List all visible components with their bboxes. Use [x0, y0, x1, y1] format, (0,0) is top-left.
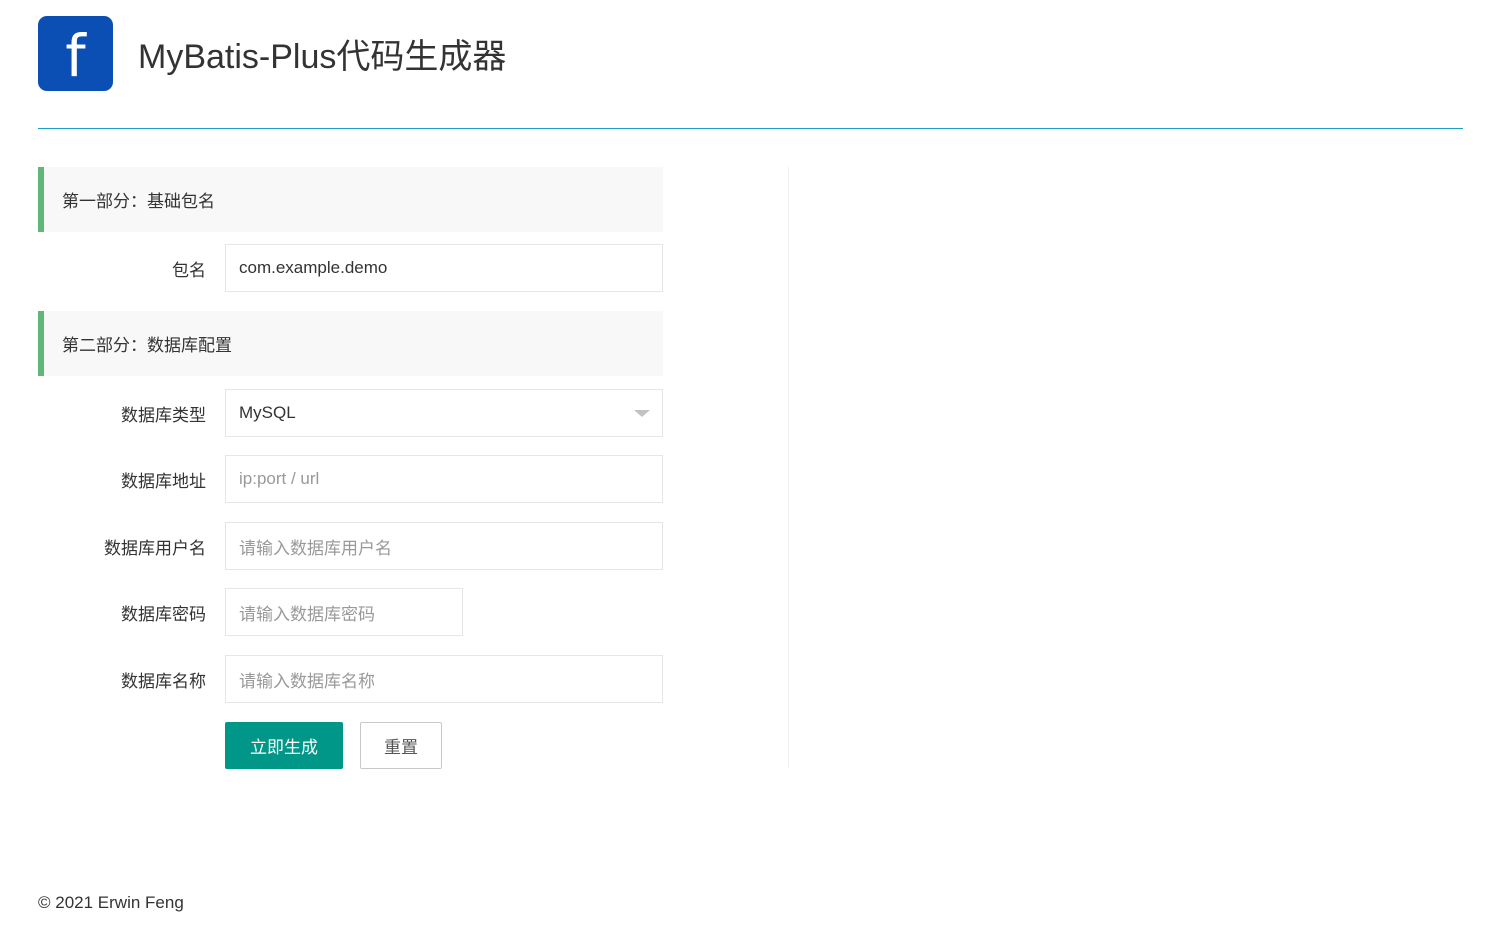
page-title: MyBatis-Plus代码生成器: [138, 38, 507, 76]
form-row-db-user: 数据库用户名 请输入数据库用户名: [38, 522, 663, 570]
form-row-db-url: 数据库地址 ip:port / url: [38, 455, 663, 503]
form-actions: 立即生成 重置: [38, 722, 663, 770]
chevron-down-icon: [634, 410, 650, 417]
package-input[interactable]: com.example.demo: [225, 244, 663, 292]
logo-letter: f: [65, 21, 86, 90]
section-header-package: 第一部分：基础包名: [38, 167, 663, 232]
db-name-label: 数据库名称: [121, 671, 206, 691]
db-name-input[interactable]: 请输入数据库名称: [225, 655, 663, 703]
form-row-db-name: 数据库名称 请输入数据库名称: [38, 655, 663, 703]
db-user-label: 数据库用户名: [104, 538, 206, 558]
form-row-db-type: 数据库类型 MySQL: [38, 389, 663, 437]
db-type-selected-value: MySQL: [239, 403, 296, 422]
reset-button[interactable]: 重置: [360, 722, 442, 769]
db-url-input[interactable]: ip:port / url: [225, 455, 663, 503]
db-url-label: 数据库地址: [121, 471, 206, 491]
header-divider: [38, 128, 1463, 129]
db-password-input[interactable]: 请输入数据库密码: [225, 588, 463, 636]
db-user-input[interactable]: 请输入数据库用户名: [225, 522, 663, 570]
db-password-label: 数据库密码: [121, 604, 206, 624]
app-logo: f: [38, 16, 113, 91]
generator-form: 第一部分：基础包名 包名 com.example.demo 第二部分：数据库配置…: [38, 167, 663, 770]
footer-copyright: © 2021 Erwin Feng: [38, 893, 184, 912]
form-row-package: 包名 com.example.demo: [38, 244, 663, 292]
page: f MyBatis-Plus代码生成器 第一部分：基础包名 包名 com.exa…: [0, 0, 1487, 927]
db-type-select[interactable]: MySQL: [225, 389, 663, 437]
db-type-label: 数据库类型: [121, 405, 206, 425]
package-label: 包名: [172, 260, 206, 280]
form-row-db-password: 数据库密码 请输入数据库密码: [38, 588, 663, 636]
generate-button[interactable]: 立即生成: [225, 722, 343, 769]
section-header-database: 第二部分：数据库配置: [38, 311, 663, 376]
header: f MyBatis-Plus代码生成器: [38, 16, 506, 91]
column-divider: [788, 167, 789, 768]
